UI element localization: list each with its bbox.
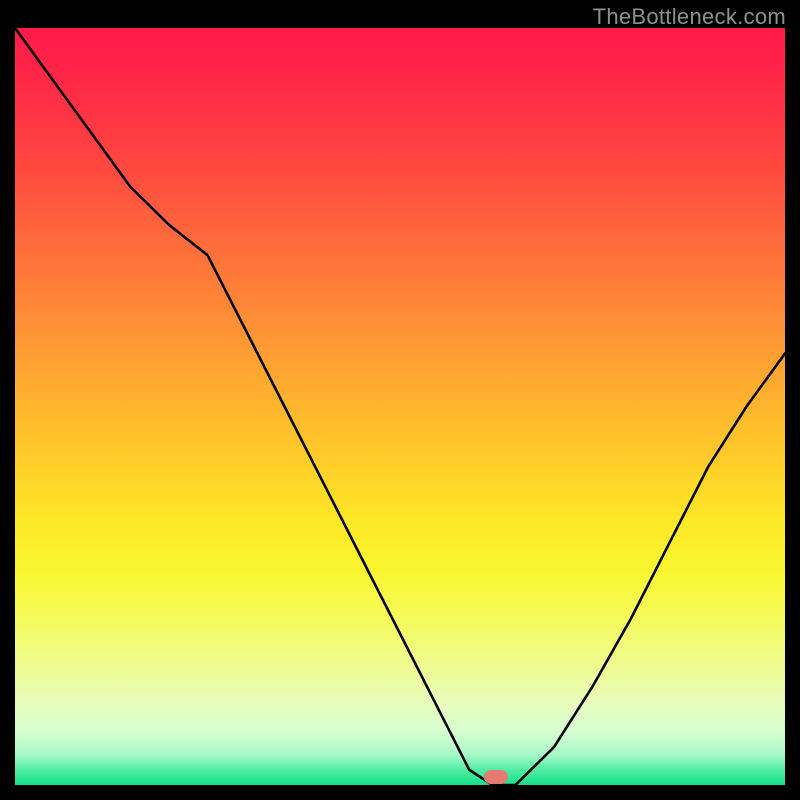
optimal-marker: [484, 770, 508, 784]
source-label: TheBottleneck.com: [593, 4, 786, 30]
plot-area: [15, 28, 785, 785]
chart-frame: TheBottleneck.com: [0, 0, 800, 800]
bottleneck-curve: [15, 28, 785, 785]
